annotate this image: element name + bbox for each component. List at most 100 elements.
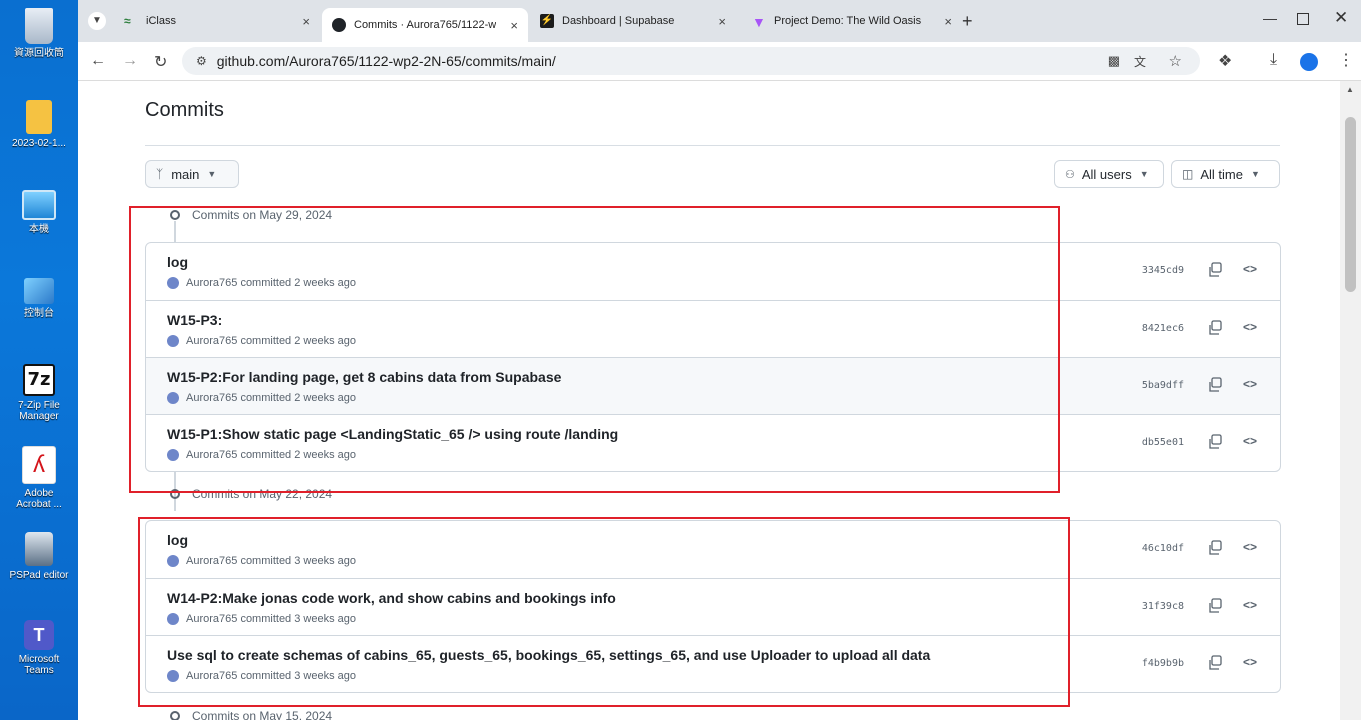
copy-icon[interactable] xyxy=(1207,377,1223,393)
close-icon[interactable]: × xyxy=(718,14,726,29)
commit-date-header: Commits on May 15, 2024 xyxy=(168,709,332,720)
7zip-icon: 7z xyxy=(23,364,55,396)
desktop-icon-acrobat[interactable]: ʎ Adobe Acrobat ... xyxy=(0,446,78,510)
back-icon[interactable]: ← xyxy=(90,52,106,70)
chevron-down-icon: ▼ xyxy=(1250,169,1260,179)
commit-sha[interactable]: 3345cd9 xyxy=(1142,265,1184,276)
copy-icon[interactable] xyxy=(1207,262,1223,278)
close-window-icon[interactable]: ✕ xyxy=(1334,8,1348,28)
calendar-icon: ◫ xyxy=(1182,167,1194,181)
tab-title: Commits · Aurora765/1122-w xyxy=(354,19,497,31)
commit-sha[interactable]: db55e01 xyxy=(1142,437,1184,448)
iclass-icon: ≈ xyxy=(124,14,131,28)
copy-icon[interactable] xyxy=(1207,655,1223,671)
desktop-icon-7zip[interactable]: 7z 7-Zip File Manager xyxy=(0,364,78,422)
time-filter-button[interactable]: ◫ All time ▼ xyxy=(1171,160,1280,188)
acrobat-icon: ʎ xyxy=(22,446,56,484)
desktop-icon-control-panel[interactable]: 控制台 xyxy=(0,278,78,319)
commit-date-label: Commits on May 15, 2024 xyxy=(192,709,333,720)
install-app-icon[interactable]: ▩ xyxy=(1108,53,1120,69)
browse-code-icon[interactable]: <> xyxy=(1243,262,1257,276)
commit-node-icon xyxy=(170,711,180,720)
commit-sha[interactable]: 46c10df xyxy=(1142,543,1184,554)
browse-code-icon[interactable]: <> xyxy=(1243,377,1257,391)
browse-code-icon[interactable]: <> xyxy=(1243,320,1257,334)
desktop-icon-label: 2023-02-1... xyxy=(12,138,66,149)
commit-sha[interactable]: 8421ec6 xyxy=(1142,323,1184,334)
tab-title: iClass xyxy=(146,15,176,27)
copy-icon[interactable] xyxy=(1207,540,1223,556)
maximize-icon[interactable] xyxy=(1297,13,1309,25)
tab-supabase[interactable]: ⚡ Dashboard | Supabase × xyxy=(530,8,736,34)
desktop-icon-label: 控制台 xyxy=(24,308,54,319)
scroll-up-icon[interactable]: ▲ xyxy=(1346,85,1354,94)
desktop-icon-teams[interactable]: T Microsoft Teams xyxy=(0,620,78,676)
desktop-icon-folder[interactable]: 2023-02-1... xyxy=(0,100,78,149)
copy-icon[interactable] xyxy=(1207,434,1223,450)
browse-code-icon[interactable]: <> xyxy=(1243,434,1257,448)
commit-sha[interactable]: 31f39c8 xyxy=(1142,601,1184,612)
branch-select-button[interactable]: ᛉ main ▼ xyxy=(145,160,239,188)
tab-strip: ▼ ≈ iClass × Commits · Aurora765/1122-w … xyxy=(78,0,1361,42)
tab-title: Project Demo: The Wild Oasis xyxy=(774,15,922,27)
desktop-icon-label: Adobe Acrobat ... xyxy=(16,488,62,510)
close-icon[interactable]: × xyxy=(510,18,518,33)
extensions-icon[interactable]: ❖ xyxy=(1218,51,1232,71)
desktop-icon-pspad[interactable]: PSPad editor xyxy=(0,532,78,581)
pspad-icon xyxy=(25,532,53,566)
tab-commits[interactable]: Commits · Aurora765/1122-w × xyxy=(322,8,528,42)
url-text: github.com/Aurora765/1122-wp2-2N-65/comm… xyxy=(216,53,556,69)
time-filter-label: All time xyxy=(1200,166,1243,182)
tab-search-icon[interactable]: ▼ xyxy=(88,12,106,30)
highlight-box xyxy=(138,517,1070,707)
branch-icon: ᛉ xyxy=(156,167,164,181)
users-filter-label: All users xyxy=(1081,166,1132,182)
site-info-icon[interactable]: ⚙ xyxy=(196,54,207,68)
translate-icon[interactable]: 文 xyxy=(1134,53,1146,70)
folder-icon xyxy=(26,100,52,134)
download-icon[interactable]: ⤓ xyxy=(1270,51,1277,69)
desktop-sidebar: 資源回收筒 2023-02-1... 本機 控制台 7z 7-Zip File … xyxy=(0,0,78,720)
recycle-bin-icon xyxy=(25,8,53,44)
tab-title: Dashboard | Supabase xyxy=(562,15,675,27)
commit-sha[interactable]: 5ba9dff xyxy=(1142,380,1184,391)
commit-sha[interactable]: f4b9b9b xyxy=(1142,658,1184,669)
control-panel-icon xyxy=(24,278,54,304)
profile-avatar-icon[interactable] xyxy=(1300,53,1318,71)
chevron-down-icon: ▼ xyxy=(207,169,217,179)
browser-toolbar: ← → ↻ ⚙ github.com/Aurora765/1122-wp2-2N… xyxy=(78,42,1361,81)
computer-icon xyxy=(22,190,56,220)
copy-icon[interactable] xyxy=(1207,598,1223,614)
branch-label: main xyxy=(171,166,200,182)
copy-icon[interactable] xyxy=(1207,320,1223,336)
forward-icon[interactable]: → xyxy=(122,52,138,70)
tab-iclass[interactable]: ≈ iClass × xyxy=(114,8,320,34)
desktop-icon-computer[interactable]: 本機 xyxy=(0,186,78,235)
desktop-icon-label: 資源回收筒 xyxy=(14,48,64,59)
browse-code-icon[interactable]: <> xyxy=(1243,655,1257,669)
chevron-down-icon: ▼ xyxy=(1139,169,1149,179)
close-icon[interactable]: × xyxy=(944,14,952,29)
desktop-icon-label: 7-Zip File Manager xyxy=(18,400,60,422)
new-tab-button[interactable]: + xyxy=(962,11,973,32)
page-scrollbar[interactable]: ▲ xyxy=(1340,81,1361,720)
minimize-icon[interactable]: — xyxy=(1263,10,1277,26)
address-bar[interactable]: ⚙ github.com/Aurora765/1122-wp2-2N-65/co… xyxy=(182,47,1200,75)
browse-code-icon[interactable]: <> xyxy=(1243,598,1257,612)
desktop-icon-recycle-bin[interactable]: 資源回收筒 xyxy=(0,8,78,59)
users-filter-button[interactable]: ⚇ All users ▼ xyxy=(1054,160,1164,188)
users-icon: ⚇ xyxy=(1065,168,1075,181)
scrollbar-thumb[interactable] xyxy=(1345,117,1356,292)
page-title: Commits xyxy=(145,99,224,121)
tab-wild-oasis[interactable]: ▼ Project Demo: The Wild Oasis × xyxy=(742,8,962,34)
supabase-icon: ⚡ xyxy=(540,14,554,28)
menu-icon[interactable]: ⋮ xyxy=(1338,50,1354,70)
desktop-icon-label: PSPad editor xyxy=(9,570,69,581)
github-icon xyxy=(332,18,346,32)
reload-icon[interactable]: ↻ xyxy=(154,52,167,72)
close-icon[interactable]: × xyxy=(302,14,310,29)
bookmark-star-icon[interactable]: ☆ xyxy=(1169,52,1182,70)
divider xyxy=(145,145,1280,146)
browser-window: ▼ ≈ iClass × Commits · Aurora765/1122-w … xyxy=(78,0,1361,720)
browse-code-icon[interactable]: <> xyxy=(1243,540,1257,554)
